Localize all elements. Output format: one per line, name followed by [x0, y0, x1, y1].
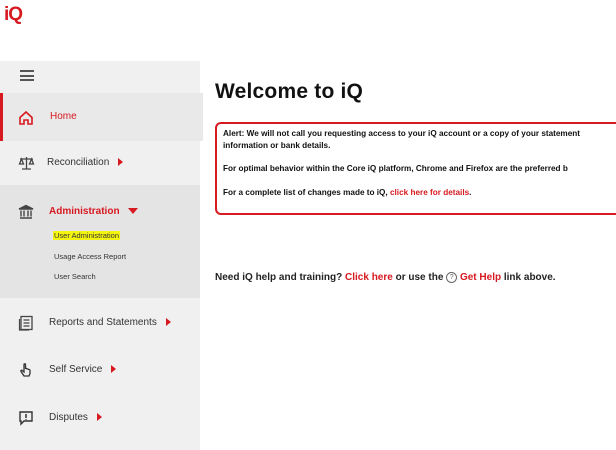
sidebar: Home Reconciliation Administration User … — [0, 61, 203, 450]
hamburger-menu-icon[interactable] — [20, 70, 34, 81]
iq-logo[interactable]: iQ — [4, 4, 23, 26]
collapse-caret-icon — [127, 208, 138, 215]
expand-caret-icon — [96, 413, 102, 422]
help-line: Need iQ help and training? Click here or… — [215, 272, 556, 283]
click-here-for-details-link[interactable]: click here for details — [390, 188, 469, 197]
main-content: Welcome to iQ Alert: We will not call yo… — [215, 80, 616, 283]
sidebar-item-reports[interactable]: Reports and Statements — [0, 311, 200, 341]
submenu-usage-access-report[interactable]: Usage Access Report — [54, 252, 126, 261]
page-title: Welcome to iQ — [215, 80, 364, 103]
expand-caret-icon — [118, 158, 124, 167]
question-circle-icon: ? — [446, 272, 458, 283]
sidebar-item-label: Disputes — [49, 412, 88, 423]
document-list-icon — [17, 314, 35, 332]
sidebar-item-label: Self Service — [49, 364, 103, 375]
browser-notice-text: For optimal behavior within the Core iQ … — [223, 164, 568, 173]
expand-caret-icon — [165, 318, 171, 327]
alert-text: Alert: We will not call you requesting a… — [223, 129, 580, 138]
sidebar-item-label: Administration — [49, 206, 120, 217]
scale-icon — [17, 154, 35, 172]
sidebar-item-label: Reports and Statements — [49, 317, 157, 328]
changes-notice: For a complete list of changes made to i… — [223, 187, 616, 199]
home-icon — [17, 109, 35, 127]
get-help-link[interactable]: Get Help — [460, 272, 501, 283]
sidebar-item-label: Home — [50, 111, 77, 122]
sidebar-item-reconciliation[interactable]: Reconciliation — [0, 143, 200, 183]
help-text-middle: or use the — [392, 272, 447, 284]
help-text: Need iQ help and training? — [215, 272, 346, 284]
alert-text: information or bank details. — [223, 140, 331, 150]
sidebar-item-disputes[interactable]: Disputes — [0, 406, 200, 436]
alert-box: Alert: We will not call you requesting a… — [215, 122, 616, 215]
sidebar-item-self-service[interactable]: Self Service — [0, 358, 200, 388]
sidebar-item-home[interactable]: Home — [0, 93, 203, 141]
changes-notice-text: For a complete list of changes made to i… — [223, 187, 390, 197]
submenu-user-search[interactable]: User Search — [54, 272, 96, 281]
sidebar-item-label: Reconciliation — [47, 157, 110, 168]
changes-notice-suffix: . — [469, 187, 472, 197]
expand-caret-icon — [111, 365, 117, 374]
alert-message-icon — [17, 409, 35, 427]
sidebar-item-administration[interactable]: Administration User Administration Usage… — [0, 185, 200, 298]
submenu-user-administration[interactable]: User Administration — [53, 231, 121, 240]
click-here-link[interactable]: Click here — [345, 272, 393, 283]
help-text-suffix: link above. — [501, 272, 556, 284]
bank-icon — [17, 203, 35, 221]
hand-pointer-icon — [17, 361, 35, 379]
